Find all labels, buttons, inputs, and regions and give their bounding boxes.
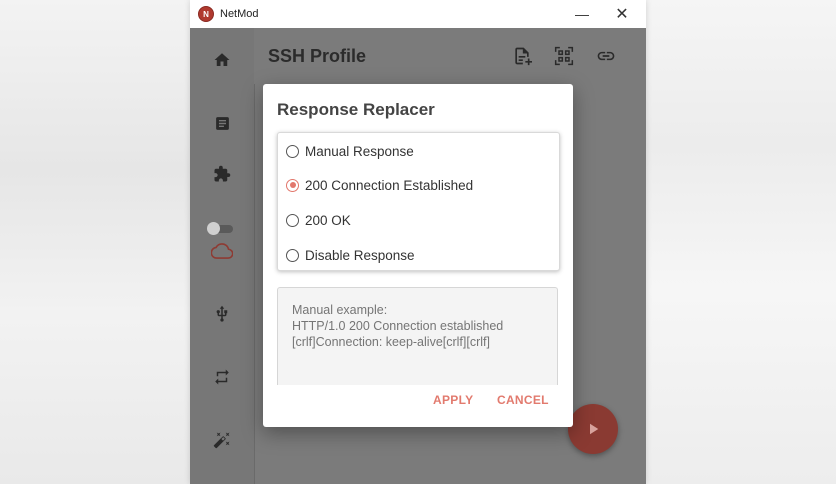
feature-toggle[interactable] [207, 222, 235, 235]
desktop-background-left [0, 0, 190, 484]
option-label: 200 OK [305, 212, 351, 228]
title-bar: N NetMod — ✕ [190, 0, 646, 28]
document-icon[interactable] [210, 111, 234, 135]
minimize-button[interactable]: — [562, 0, 602, 28]
repeat-icon[interactable] [210, 365, 234, 389]
option-label: 200 Connection Established [305, 177, 474, 193]
app-logo-icon: N [198, 6, 214, 22]
desktop-background-right [646, 0, 836, 484]
option-200-ok[interactable]: 200 OK [286, 208, 551, 232]
radio-unselected-icon[interactable] [286, 213, 299, 227]
apply-button[interactable]: APPLY [433, 390, 473, 410]
play-icon [590, 423, 599, 435]
dialog-title: Response Replacer [277, 100, 435, 119]
response-options-list: Manual Response 200 Connection Establish… [277, 132, 560, 271]
link-icon[interactable] [594, 44, 618, 68]
add-file-icon[interactable] [510, 44, 534, 68]
cancel-button[interactable]: CANCEL [497, 390, 549, 410]
option-label: Manual Response [305, 143, 414, 159]
radio-unselected-icon[interactable] [286, 248, 299, 262]
option-disable-response[interactable]: Disable Response [286, 243, 551, 267]
option-label: Disable Response [305, 247, 415, 263]
radio-selected-icon[interactable] [286, 178, 299, 192]
magic-wand-icon[interactable] [210, 428, 234, 452]
usb-icon[interactable] [210, 302, 234, 326]
close-button[interactable]: ✕ [602, 0, 642, 28]
window-title: NetMod [220, 8, 259, 20]
option-manual-response[interactable]: Manual Response [286, 139, 551, 163]
radio-unselected-icon[interactable] [286, 144, 299, 158]
start-connection-button[interactable] [568, 404, 618, 454]
toggle-knob [207, 222, 220, 235]
qr-code-icon[interactable] [552, 44, 576, 68]
page-title: SSH Profile [268, 46, 367, 66]
page-header: SSH Profile [254, 28, 646, 84]
home-icon[interactable] [210, 48, 234, 72]
cloud-icon[interactable] [210, 239, 234, 263]
puzzle-icon[interactable] [210, 162, 234, 186]
nav-rail [190, 28, 255, 484]
option-200-connection-established[interactable]: 200 Connection Established [286, 173, 551, 197]
response-replacer-dialog: Response Replacer Manual Response 200 Co… [263, 84, 573, 427]
manual-response-textarea[interactable] [277, 287, 558, 385]
